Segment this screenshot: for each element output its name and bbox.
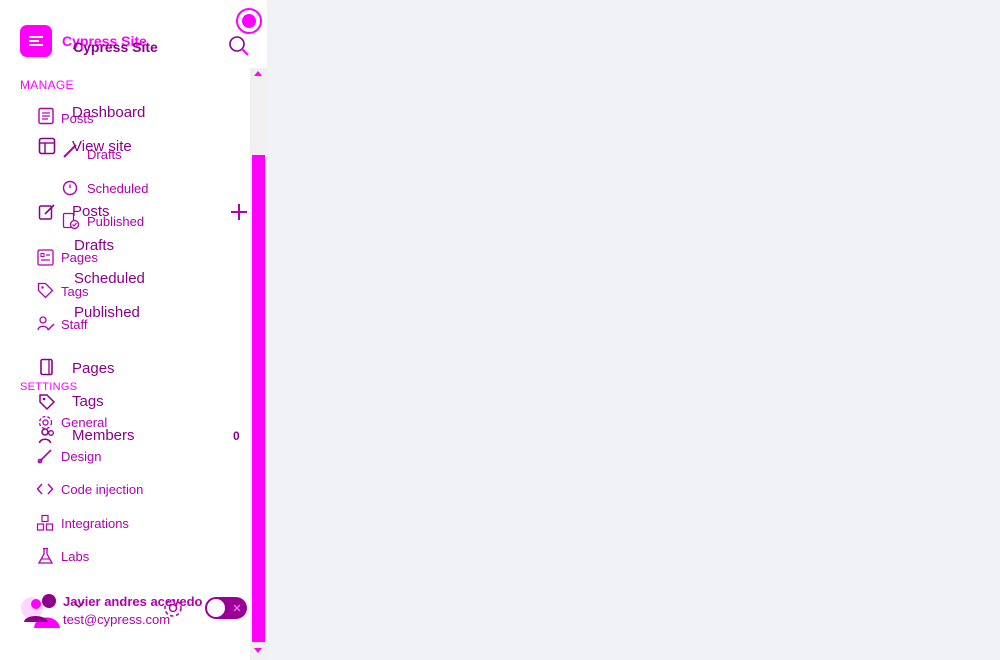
scroll-up-arrow[interactable] bbox=[254, 71, 262, 76]
chevron-down-icon[interactable] bbox=[72, 600, 86, 610]
nav-pages-overlay[interactable]: Pages bbox=[72, 360, 115, 377]
main-content-area bbox=[267, 0, 1000, 660]
avatar[interactable] bbox=[20, 592, 60, 628]
gear-icon bbox=[37, 414, 54, 431]
clock-icon bbox=[62, 180, 78, 196]
scrollbar-thumb[interactable] bbox=[252, 155, 265, 642]
site-logo[interactable] bbox=[20, 25, 52, 57]
layout-icon bbox=[38, 137, 56, 155]
logo-icon bbox=[29, 36, 43, 46]
nav-integrations[interactable]: Integrations bbox=[61, 516, 129, 531]
tag-icon bbox=[37, 282, 54, 299]
flask-icon bbox=[37, 547, 54, 565]
nav-labs[interactable]: Labs bbox=[61, 549, 89, 564]
tag-icon-overlay bbox=[38, 393, 56, 411]
page-icon bbox=[38, 358, 56, 376]
nav-tags[interactable]: Tags bbox=[61, 284, 88, 299]
nav-tags-overlay[interactable]: Tags bbox=[72, 393, 104, 410]
integrations-icon bbox=[36, 514, 54, 532]
members-count-badge: 0 bbox=[233, 429, 240, 443]
search-icon[interactable] bbox=[227, 34, 251, 58]
nav-drafts[interactable]: Drafts bbox=[87, 147, 122, 162]
settings-section-heading: SETTINGS bbox=[20, 381, 78, 393]
published-icon bbox=[62, 212, 80, 230]
nav-published[interactable]: Published bbox=[87, 214, 144, 229]
manage-section-heading: MANAGE bbox=[20, 78, 74, 92]
sidebar: Cypress Site Cypress Site MANAGE Dashboa… bbox=[0, 0, 267, 660]
nav-staff[interactable]: Staff bbox=[61, 317, 88, 332]
user-email: test@cypress.com bbox=[63, 612, 171, 627]
scroll-down-arrow[interactable] bbox=[254, 648, 262, 653]
edit-icon bbox=[38, 203, 56, 221]
settings-gear-icon[interactable] bbox=[162, 597, 184, 619]
plus-icon[interactable] bbox=[229, 202, 249, 222]
staff-icon bbox=[37, 315, 55, 333]
posts-icon bbox=[37, 107, 55, 125]
night-shift-toggle[interactable] bbox=[205, 597, 247, 619]
nav-general[interactable]: General bbox=[61, 415, 107, 430]
code-icon bbox=[36, 481, 54, 497]
nav-code-injection[interactable]: Code injection bbox=[61, 482, 143, 497]
nav-design[interactable]: Design bbox=[61, 449, 101, 464]
nav-pages[interactable]: Pages bbox=[61, 250, 98, 265]
toggle-knob bbox=[207, 599, 225, 617]
pencil-icon bbox=[62, 143, 78, 159]
nav-scheduled[interactable]: Scheduled bbox=[87, 181, 148, 196]
close-icon bbox=[231, 602, 243, 614]
site-title-overlay[interactable]: Cypress Site bbox=[73, 39, 158, 55]
brush-icon bbox=[37, 447, 54, 464]
nav-posts[interactable]: Posts bbox=[61, 111, 94, 126]
pages-list-icon bbox=[37, 249, 54, 266]
record-icon[interactable] bbox=[235, 7, 263, 35]
